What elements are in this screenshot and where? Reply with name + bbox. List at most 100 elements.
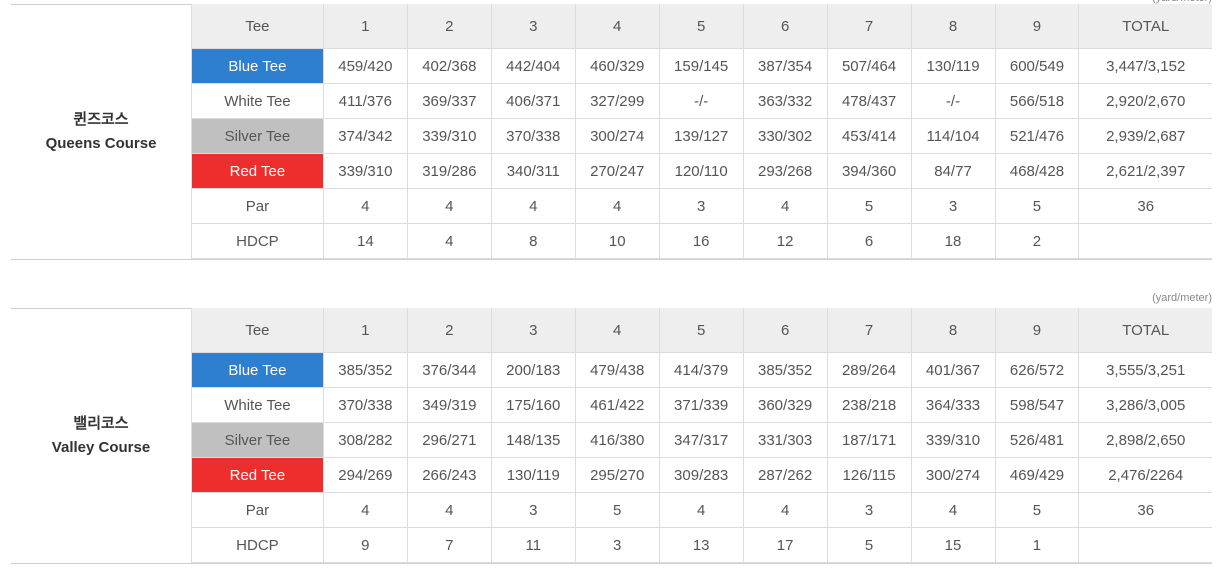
- hole-cell: 411/376: [323, 83, 408, 119]
- header-hole-5: 5: [659, 308, 744, 353]
- hole-cell: 4: [659, 492, 744, 528]
- hole-cell: 159/145: [659, 48, 744, 84]
- hole-cell: 4: [575, 188, 660, 224]
- total-cell: 3,555/3,251: [1078, 352, 1212, 388]
- hole-cell: 126/115: [827, 457, 912, 493]
- hole-cell: 468/428: [995, 153, 1080, 189]
- header-hole-3: 3: [491, 308, 576, 353]
- tee-label: HDCP: [191, 223, 324, 259]
- header-hole-4: 4: [575, 308, 660, 353]
- hole-cell: 17: [743, 527, 828, 563]
- header-hole-5: 5: [659, 4, 744, 49]
- table-row: Red Tee 339/310 319/286 340/311 270/247 120/1…: [191, 153, 1212, 189]
- hole-cell: 5: [995, 188, 1080, 224]
- header-hole-4: 4: [575, 4, 660, 49]
- hole-cell: 6: [827, 223, 912, 259]
- table-row: Red Tee 294/269 266/243 130/119 295/270 309/2…: [191, 457, 1212, 493]
- header-total: TOTAL: [1078, 4, 1212, 49]
- header-hole-3: 3: [491, 4, 576, 49]
- hole-cell: 148/135: [491, 422, 576, 458]
- tee-label: White Tee: [191, 83, 324, 119]
- hole-cell: 364/333: [911, 387, 996, 423]
- hole-cell: 15: [911, 527, 996, 563]
- hole-cell: 238/218: [827, 387, 912, 423]
- hole-cell: 442/404: [491, 48, 576, 84]
- header-hole-8: 8: [911, 4, 996, 49]
- course-name-ko: 퀸즈코스: [73, 111, 129, 128]
- hole-cell: 130/119: [491, 457, 576, 493]
- hole-cell: -/-: [659, 83, 744, 119]
- hole-cell: 4: [407, 492, 492, 528]
- hole-cell: 7: [407, 527, 492, 563]
- hole-cell: 309/283: [659, 457, 744, 493]
- hole-cell: 11: [491, 527, 576, 563]
- tee-label: Par: [191, 188, 324, 224]
- hole-cell: 130/119: [911, 48, 996, 84]
- scorecard-table: Tee 1 2 3 4 5 6 7 8 9 TOTAL Blue Tee 459/420 402/368 4…: [191, 4, 1212, 259]
- header-hole-7: 7: [827, 308, 912, 353]
- hole-cell: -/-: [911, 83, 996, 119]
- tee-label: HDCP: [191, 527, 324, 563]
- hole-cell: 453/414: [827, 118, 912, 154]
- hole-cell: 401/367: [911, 352, 996, 388]
- tee-label: Blue Tee: [191, 48, 324, 84]
- hole-cell: 8: [491, 223, 576, 259]
- hole-cell: 289/264: [827, 352, 912, 388]
- table-row: Blue Tee 459/420 402/368 442/404 460/329 159/…: [191, 48, 1212, 84]
- hole-cell: 16: [659, 223, 744, 259]
- total-cell: 3,447/3,152: [1078, 48, 1212, 84]
- hole-cell: 416/380: [575, 422, 660, 458]
- tee-label: Par: [191, 492, 324, 528]
- hole-cell: 3: [659, 188, 744, 224]
- hole-cell: 266/243: [407, 457, 492, 493]
- hole-cell: 526/481: [995, 422, 1080, 458]
- hole-cell: 507/464: [827, 48, 912, 84]
- hole-cell: 114/104: [911, 118, 996, 154]
- hole-cell: 300/274: [575, 118, 660, 154]
- hole-cell: 370/338: [323, 387, 408, 423]
- hole-cell: 120/110: [659, 153, 744, 189]
- table-row: Blue Tee 385/352 376/344 200/183 479/438 414/…: [191, 352, 1212, 388]
- course-name-en: Queens Course: [45, 135, 157, 152]
- hole-cell: 339/310: [407, 118, 492, 154]
- table-row: Silver Tee 308/282 296/271 148/135 416/380 34…: [191, 422, 1212, 458]
- hole-cell: 479/438: [575, 352, 660, 388]
- hole-cell: 360/329: [743, 387, 828, 423]
- hole-cell: 369/337: [407, 83, 492, 119]
- hole-cell: 331/303: [743, 422, 828, 458]
- hole-cell: 387/354: [743, 48, 828, 84]
- header-hole-2: 2: [407, 308, 492, 353]
- hole-cell: 293/268: [743, 153, 828, 189]
- hole-cell: 300/274: [911, 457, 996, 493]
- hole-cell: 402/368: [407, 48, 492, 84]
- tee-label: Silver Tee: [191, 422, 324, 458]
- hole-cell: 374/342: [323, 118, 408, 154]
- hole-cell: 339/310: [323, 153, 408, 189]
- hole-cell: 598/547: [995, 387, 1080, 423]
- header-hole-9: 9: [995, 308, 1080, 353]
- hole-cell: 385/352: [743, 352, 828, 388]
- hole-cell: 3: [491, 492, 576, 528]
- hole-cell: 330/302: [743, 118, 828, 154]
- header-hole-1: 1: [323, 4, 408, 49]
- hole-cell: 12: [743, 223, 828, 259]
- hole-cell: 200/183: [491, 352, 576, 388]
- hole-cell: 270/247: [575, 153, 660, 189]
- hole-cell: 308/282: [323, 422, 408, 458]
- tee-label: White Tee: [191, 387, 324, 423]
- header-row: Tee 1 2 3 4 5 6 7 8 9 TOTAL: [191, 4, 1212, 49]
- hole-cell: 4: [323, 492, 408, 528]
- header-hole-2: 2: [407, 4, 492, 49]
- hole-cell: 4: [323, 188, 408, 224]
- scorecard-table: Tee 1 2 3 4 5 6 7 8 9 TOTAL Blue Tee 385/352 376/344 2…: [191, 308, 1212, 563]
- hole-cell: 385/352: [323, 352, 408, 388]
- header-hole-9: 9: [995, 4, 1080, 49]
- hole-cell: 4: [911, 492, 996, 528]
- hole-cell: 4: [491, 188, 576, 224]
- queens-course-section: 퀸즈코스 Queens Course Tee 1 2 3 4 5 6 7 8 9 TOTAL Blue…: [11, 4, 1212, 260]
- hole-cell: 340/311: [491, 153, 576, 189]
- header-total: TOTAL: [1078, 308, 1212, 353]
- total-cell: 2,898/2,650: [1078, 422, 1212, 458]
- section-bottom-border: [11, 563, 1212, 564]
- course-label: 밸리코스 Valley Course: [11, 412, 191, 460]
